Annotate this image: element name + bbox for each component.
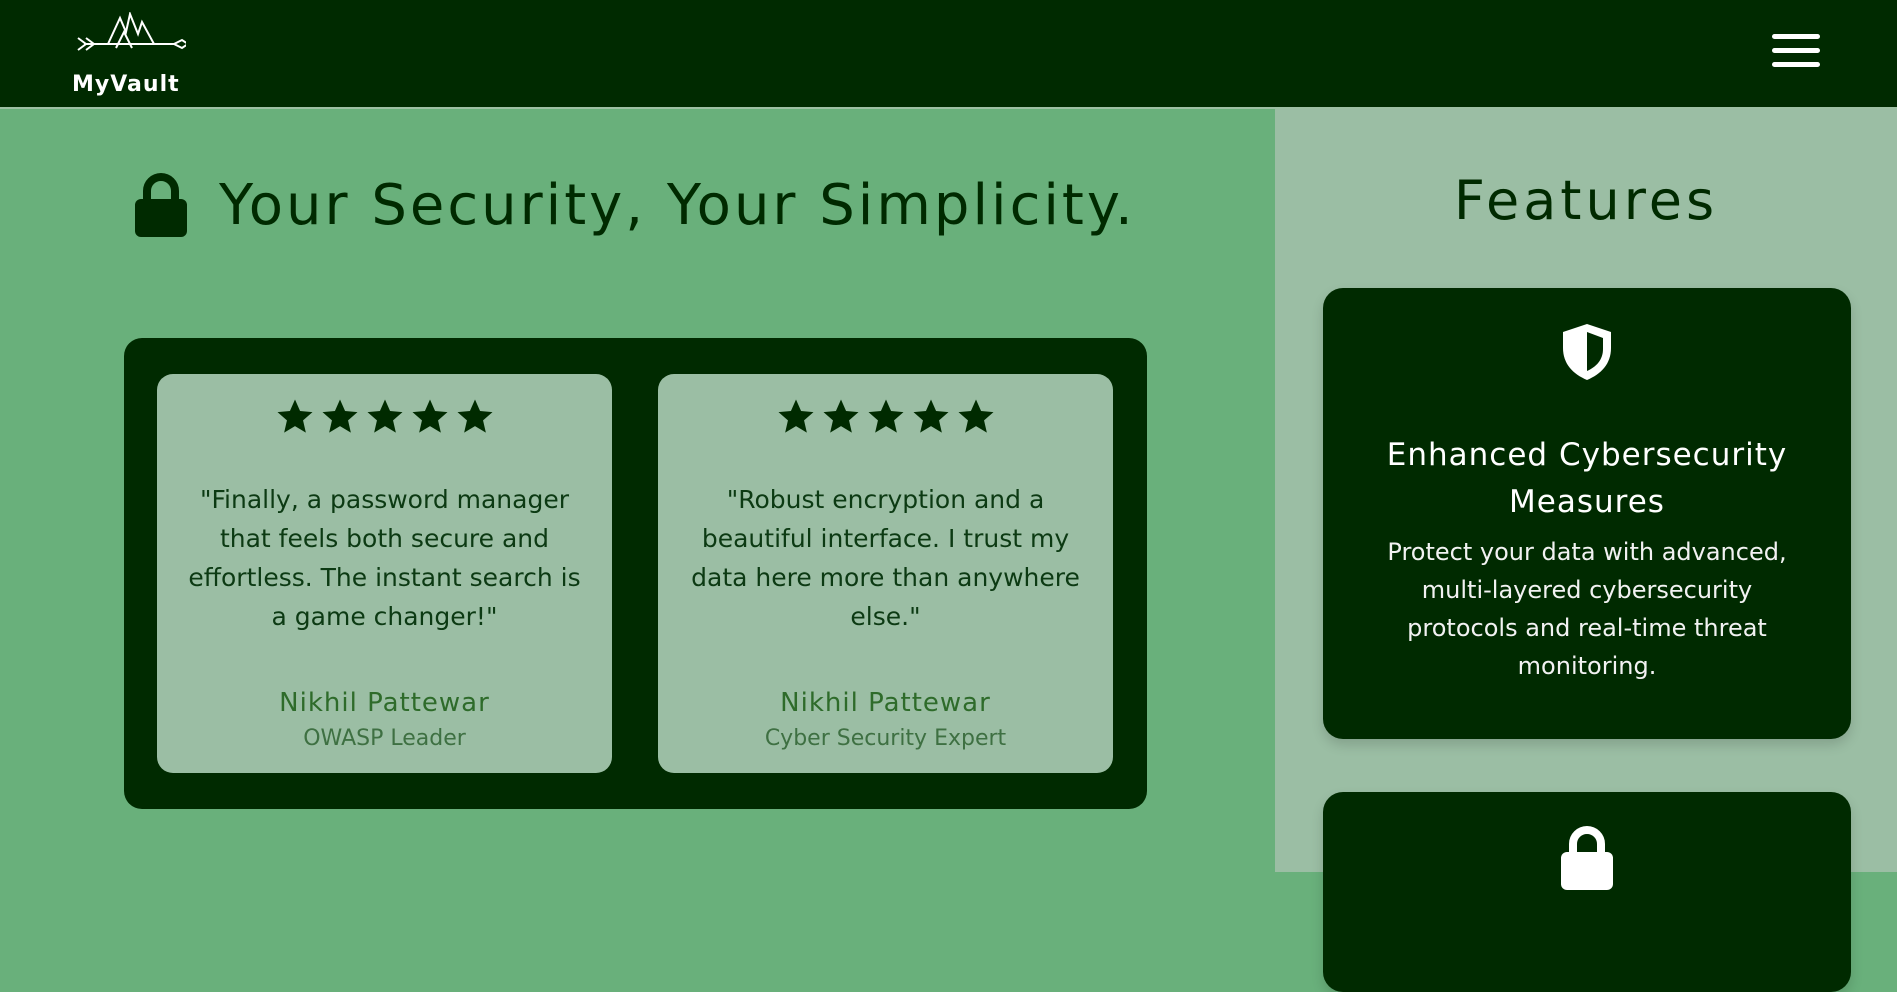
shield-icon xyxy=(1563,324,1611,380)
hero-heading: Your Security, Your Simplicity. xyxy=(133,170,1136,240)
star-icon xyxy=(868,399,903,433)
testimonial-card: "Finally, a password manager that feels … xyxy=(157,374,612,773)
star-icon xyxy=(958,399,993,433)
testimonial-quote: "Finally, a password manager that feels … xyxy=(188,485,581,631)
features-section: Features Enhanced Cybersecurity Measures… xyxy=(1275,109,1897,992)
testimonial-author: Nikhil Pattewar xyxy=(780,688,991,718)
feature-card xyxy=(1323,792,1851,992)
star-rating xyxy=(658,396,1113,438)
testimonial-role: Cyber Security Expert xyxy=(764,726,1007,751)
lock-icon xyxy=(1561,826,1613,890)
star-icon xyxy=(322,399,357,433)
arrow-mountain-logo-icon xyxy=(77,12,186,51)
navbar: MyVault xyxy=(0,0,1897,109)
star-icon xyxy=(367,399,402,433)
feature-description: Protect your data with advanced, multi-l… xyxy=(1387,538,1787,680)
star-icon xyxy=(823,399,858,433)
testimonials-container: "Finally, a password manager that feels … xyxy=(124,338,1147,809)
brand-logo[interactable]: MyVault xyxy=(70,12,190,97)
feature-heading: Enhanced Cybersecurity Measures xyxy=(1386,437,1788,520)
features-title: Features xyxy=(1453,169,1719,232)
brand-name: MyVault xyxy=(72,72,180,97)
page-title: Your Security, Your Simplicity. xyxy=(219,172,1136,238)
star-icon xyxy=(412,399,447,433)
star-icon xyxy=(778,399,813,433)
testimonial-author: Nikhil Pattewar xyxy=(279,688,490,718)
star-icon xyxy=(277,399,312,433)
star-rating xyxy=(157,396,612,438)
testimonial-quote: "Robust encryption and a beautiful inter… xyxy=(691,485,1080,631)
testimonial-card: "Robust encryption and a beautiful inter… xyxy=(658,374,1113,773)
hamburger-menu-icon[interactable] xyxy=(1772,34,1820,74)
star-icon xyxy=(913,399,948,433)
feature-card: Enhanced Cybersecurity Measures Protect … xyxy=(1323,288,1851,739)
lock-icon xyxy=(135,173,187,237)
star-icon xyxy=(457,399,492,433)
testimonial-role: OWASP Leader xyxy=(303,726,466,751)
